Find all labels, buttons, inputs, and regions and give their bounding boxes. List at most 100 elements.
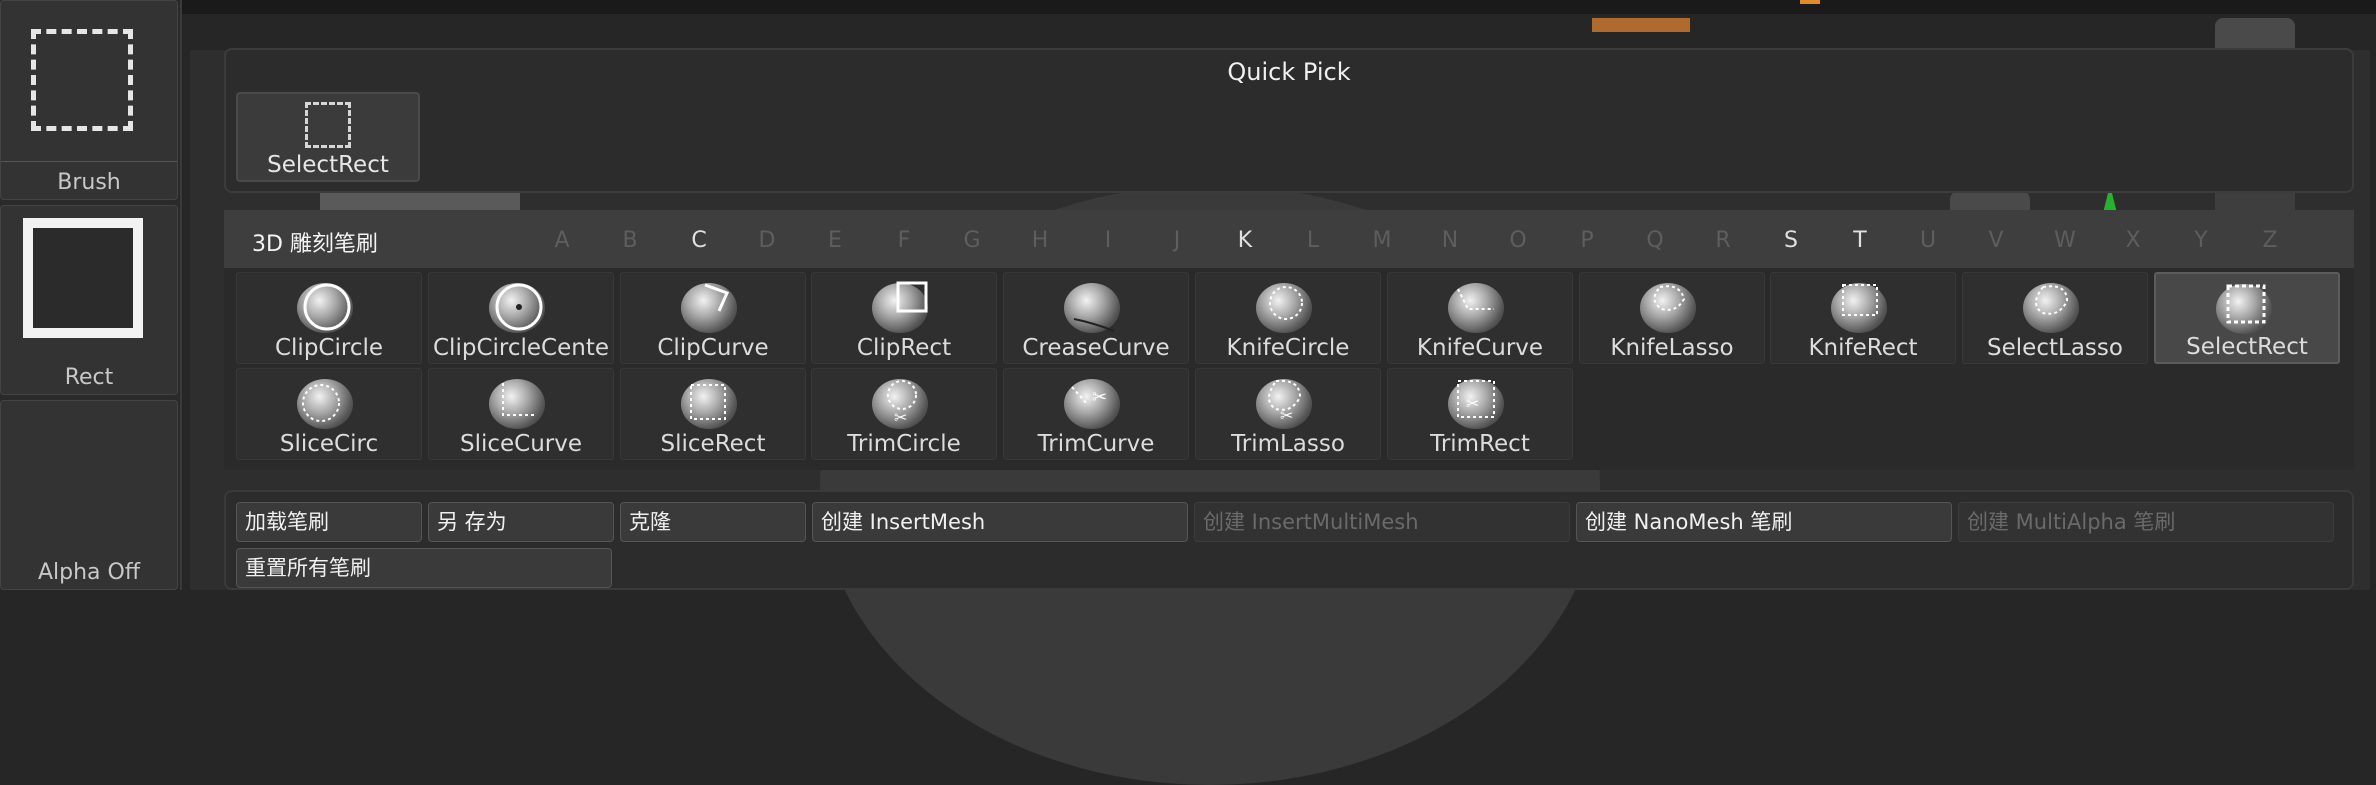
letter-filter-m[interactable]: M (1367, 228, 1397, 253)
brush-tile-clipcircle[interactable]: ClipCircle (236, 272, 422, 364)
letter-filter-n[interactable]: N (1435, 228, 1465, 253)
create-insertmultimesh-button[interactable]: 创建 InsertMultiMesh (1194, 502, 1570, 542)
select-rect-icon (305, 102, 351, 148)
brush-actions-panel: 加载笔刷 另 存为 克隆 创建 InsertMesh 创建 InsertMult… (224, 490, 2354, 590)
brush-tile-trimcurve[interactable]: ✂ TrimCurve (1003, 368, 1189, 460)
palette-header: 3D 雕刻笔刷 A B C D E F G H I J K L M N O P Q R S T U V W X Y Z (224, 210, 2354, 268)
letter-filter-g[interactable]: G (957, 228, 987, 253)
cliprect-overlay-icon (896, 281, 928, 313)
top-strip (182, 0, 2376, 14)
brush-tile-label: CreaseCurve (1022, 335, 1170, 361)
brush-tile-label: TrimCurve (1037, 431, 1155, 457)
brush-tile-label: KnifeRect (1808, 335, 1918, 361)
brush-tile-label: KnifeCurve (1416, 335, 1544, 361)
brush-tile-label: SelectRect (2186, 334, 2308, 360)
letter-filter-h[interactable]: H (1025, 228, 1055, 253)
letter-filter-y[interactable]: Y (2186, 228, 2216, 253)
brush-tile-knifecurve[interactable]: KnifeCurve (1387, 272, 1573, 364)
quick-pick-item-label: SelectRect (267, 152, 389, 178)
divider (1, 161, 177, 162)
brush-tile-label: ClipCurve (657, 335, 769, 361)
brush-tile-kniferect[interactable]: KnifeRect (1770, 272, 1956, 364)
letter-filter-o[interactable]: O (1503, 228, 1533, 253)
brush-tile-knifecircle[interactable]: KnifeCircle (1195, 272, 1381, 364)
alpha-slot[interactable]: Alpha Off (0, 400, 178, 590)
brush-tile-label: ClipCircle (274, 335, 384, 361)
trimrect-overlay-icon: ✂ (1457, 380, 1495, 418)
create-insertmesh-button[interactable]: 创建 InsertMesh (812, 502, 1188, 542)
brush-tile-trimrect[interactable]: ✂ TrimRect (1387, 368, 1573, 460)
brush-tile-slicecurve[interactable]: SliceCurve (428, 368, 614, 460)
brush-tile-label: SliceCurve (459, 431, 583, 457)
letter-filter-v[interactable]: V (1981, 228, 2011, 253)
stroke-slot-label: Rect (64, 365, 114, 390)
letter-filter-s[interactable]: S (1776, 228, 1806, 253)
brush-tile-creasecurve[interactable]: CreaseCurve (1003, 272, 1189, 364)
letter-filter-f[interactable]: F (889, 228, 919, 253)
save-as-button[interactable]: 另 存为 (428, 502, 614, 542)
brush-slot[interactable]: Brush (0, 0, 178, 200)
brush-tile-trimlasso[interactable]: ✂ TrimLasso (1195, 368, 1381, 460)
brush-tile-label: TrimLasso (1231, 431, 1345, 457)
brush-tile-label: KnifeCircle (1226, 335, 1350, 361)
letter-filter-l[interactable]: L (1298, 228, 1328, 253)
letter-filter-e[interactable]: E (820, 228, 850, 253)
letter-filter-c[interactable]: C (684, 228, 714, 253)
letter-filter-q[interactable]: Q (1640, 228, 1670, 253)
brush-tile-knifelasso[interactable]: KnifeLasso (1579, 272, 1765, 364)
letter-filter-i[interactable]: I (1093, 228, 1123, 253)
letter-filter-x[interactable]: X (2118, 228, 2148, 253)
reset-all-brushes-button[interactable]: 重置所有笔刷 (236, 548, 612, 588)
brush-tile-label: KnifeLasso (1610, 335, 1734, 361)
creasecurve-overlay-icon (1073, 318, 1115, 332)
letter-filter-b[interactable]: B (615, 228, 645, 253)
brush-tile-slicerect[interactable]: SliceRect (620, 368, 806, 460)
create-nanomesh-button[interactable]: 创建 NanoMesh 笔刷 (1576, 502, 1952, 542)
clone-button[interactable]: 克隆 (620, 502, 806, 542)
brush-tile-selectrect[interactable]: SelectRect (2154, 272, 2340, 364)
quick-pick-item-selectrect[interactable]: SelectRect (236, 92, 420, 182)
letter-filter-w[interactable]: W (2050, 228, 2080, 253)
letter-filter-t[interactable]: T (1845, 228, 1875, 253)
brush-tile-clipcirclecente[interactable]: ClipCircleCente (428, 272, 614, 364)
clipcirclecente-overlay-icon (495, 283, 543, 331)
brush-tile-trimcircle[interactable]: ✂ TrimCircle (811, 368, 997, 460)
svg-text:✂: ✂ (894, 408, 907, 427)
clipcircle-overlay-icon (303, 283, 351, 331)
brush-tile-label: SliceCirc (279, 431, 379, 457)
brush-tile-label: TrimCircle (847, 431, 961, 457)
orange-indicator-bar (1592, 18, 1690, 32)
quick-pick-panel: Quick Pick SelectRect (224, 48, 2354, 193)
letter-filter-a[interactable]: A (547, 228, 577, 253)
load-brush-button[interactable]: 加载笔刷 (236, 502, 422, 542)
palette-title: 3D 雕刻笔刷 (252, 232, 378, 257)
svg-text:✂: ✂ (1280, 406, 1293, 425)
trimcircle-overlay-icon: ✂ (887, 380, 917, 427)
letter-filter-j[interactable]: J (1162, 228, 1192, 253)
create-multialpha-button[interactable]: 创建 MultiAlpha 笔刷 (1958, 502, 2334, 542)
letter-filter-z[interactable]: Z (2255, 228, 2285, 253)
clipcurve-overlay-icon (704, 283, 730, 312)
stroke-slot[interactable]: Rect (0, 205, 178, 395)
quick-pick-title: Quick Pick (1227, 58, 1351, 86)
trimlasso-overlay-icon: ✂ (1268, 379, 1302, 425)
brush-shelf: Brush Rect Alpha Off (0, 0, 182, 590)
brush-slot-label: Brush (57, 170, 121, 195)
trimcurve-overlay-icon: ✂ (1071, 386, 1107, 408)
letter-filter-k[interactable]: K (1230, 228, 1260, 253)
select-rect-brush-icon (31, 29, 133, 131)
selectlasso-overlay-icon (2035, 285, 2069, 315)
brush-tile-selectlasso[interactable]: SelectLasso (1962, 272, 2148, 364)
orange-indicator-dot (1800, 0, 1820, 4)
letter-filter-r[interactable]: R (1708, 228, 1738, 253)
brush-tile-clipcurve[interactable]: ClipCurve (620, 272, 806, 364)
letter-filter-d[interactable]: D (752, 228, 782, 253)
brush-tile-slicecirc[interactable]: SliceCirc (236, 368, 422, 460)
brush-tile-cliprect[interactable]: ClipRect (811, 272, 997, 364)
letter-filter-p[interactable]: P (1572, 228, 1602, 253)
svg-text:✂: ✂ (1092, 387, 1107, 408)
letter-filter-u[interactable]: U (1913, 228, 1943, 253)
brush-tile-label: ClipCircleCente (433, 335, 609, 361)
brush-tile-label: TrimRect (1430, 431, 1530, 457)
brush-tile-label: SliceRect (660, 431, 766, 457)
